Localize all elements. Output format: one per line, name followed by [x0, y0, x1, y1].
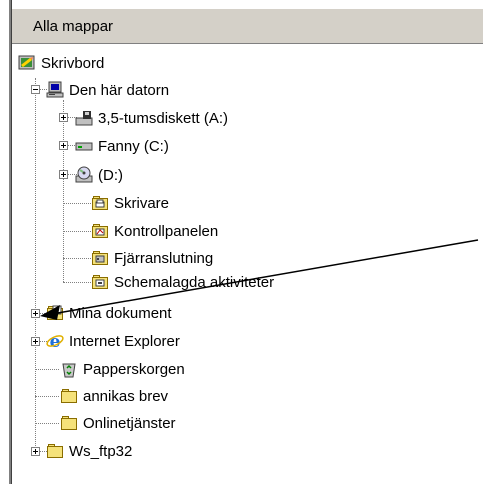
annotation-arrow	[40, 239, 479, 320]
